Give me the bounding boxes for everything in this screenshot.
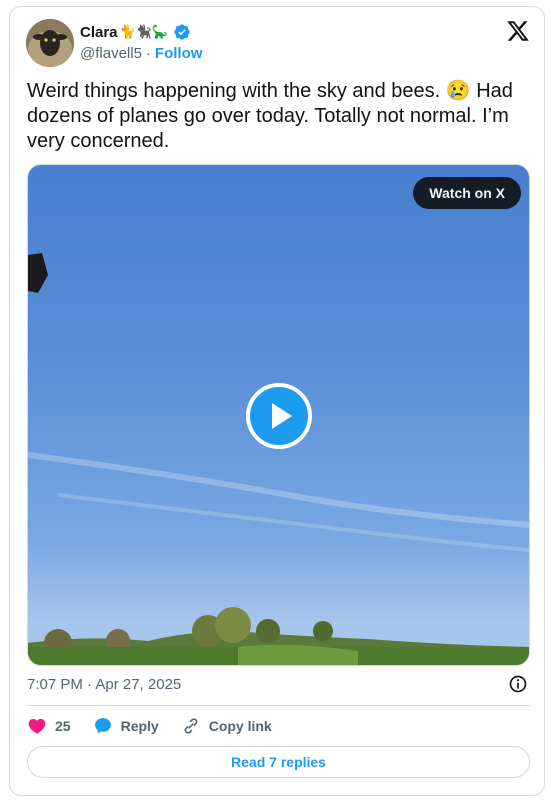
video-player[interactable]: Watch on X — [27, 164, 530, 666]
reply-button[interactable]: Reply — [93, 716, 159, 736]
tweet-text: Weird things happening with the sky and … — [27, 80, 513, 152]
tweet-card: Clara 🐈🐈‍⬛🦕 @flavell5 · Follow Weird thi… — [9, 6, 545, 796]
display-name[interactable]: Clara — [80, 24, 118, 41]
info-icon[interactable] — [508, 674, 528, 694]
like-count: 25 — [55, 718, 71, 734]
verified-badge-icon — [174, 24, 190, 40]
avatar[interactable] — [26, 19, 74, 67]
like-button[interactable]: 25 — [27, 716, 71, 736]
reply-bubble-icon — [94, 718, 111, 734]
divider — [27, 705, 530, 706]
follow-button[interactable]: Follow — [155, 45, 203, 62]
action-bar: 25 Reply Copy link — [27, 715, 294, 737]
copy-link-button[interactable]: Copy link — [181, 716, 272, 736]
play-icon[interactable] — [246, 383, 312, 449]
x-logo-icon[interactable] — [506, 19, 530, 43]
name-emojis: 🐈🐈‍⬛🦕 — [119, 24, 169, 40]
copy-link-label: Copy link — [208, 718, 272, 734]
heart-icon — [28, 718, 46, 734]
separator-dot: · — [145, 45, 151, 62]
read-replies-button[interactable]: Read 7 replies — [27, 746, 530, 778]
timestamp[interactable]: 7:07 PM · Apr 27, 2025 — [27, 676, 181, 693]
author-name-row[interactable]: Clara 🐈🐈‍⬛🦕 — [80, 22, 191, 42]
handle[interactable]: @flavell5 — [80, 45, 142, 62]
watch-on-x-button[interactable]: Watch on X — [413, 177, 521, 209]
link-icon — [184, 718, 198, 734]
reply-label: Reply — [120, 718, 159, 734]
handle-row: @flavell5 · Follow — [80, 45, 202, 62]
